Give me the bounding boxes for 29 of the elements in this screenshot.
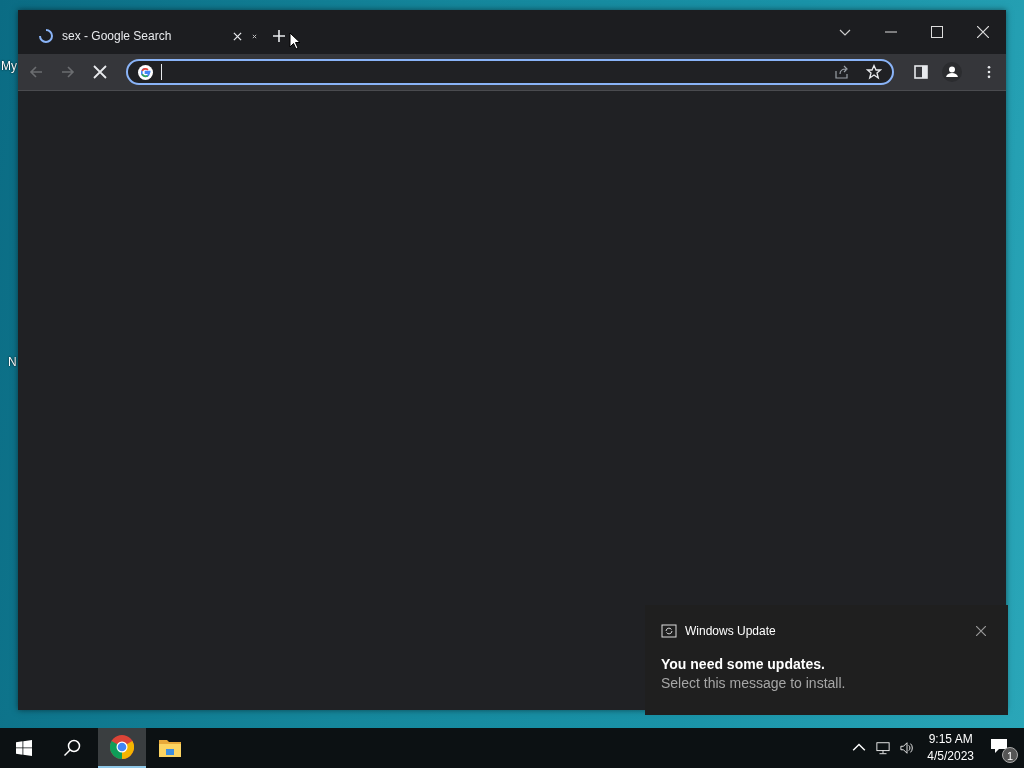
notification-app-name: Windows Update [685,624,776,638]
chrome-taskbar-button[interactable] [98,728,146,768]
stop-icon[interactable] [92,64,108,80]
notification-message: Select this message to install. [661,675,846,691]
chrome-logo-icon [110,735,134,759]
action-center-icon[interactable] [990,738,1008,754]
search-icon[interactable] [63,739,81,757]
windows-start-icon[interactable] [16,740,32,756]
desktop-icon-label[interactable]: My [1,59,17,73]
maximize-icon[interactable] [931,26,943,38]
profile-icon[interactable] [942,62,962,82]
volume-icon[interactable] [900,741,915,755]
google-g-icon [138,64,153,80]
share-icon[interactable] [834,64,850,80]
network-icon[interactable] [876,741,891,755]
update-icon [661,623,677,639]
side-panel-icon[interactable] [914,65,928,79]
desktop-icon-label[interactable]: N [8,355,17,369]
bookmark-star-icon[interactable] [866,64,882,80]
close-icon[interactable] [976,626,986,636]
address-bar[interactable] [126,59,894,85]
notification-count-badge: 1 [1002,747,1018,763]
clock[interactable]: 9:15 AM 4/5/2023 [927,731,974,765]
new-tab-icon[interactable] [273,30,285,42]
close-icon[interactable] [252,33,257,39]
notification-toast[interactable]: Windows Update You need some updates. Select this message to install. [645,605,1008,715]
notification-title: You need some updates. [661,656,825,672]
browser-tab[interactable]: sex - Google Search [30,20,250,52]
mouse-cursor-icon [289,32,301,50]
